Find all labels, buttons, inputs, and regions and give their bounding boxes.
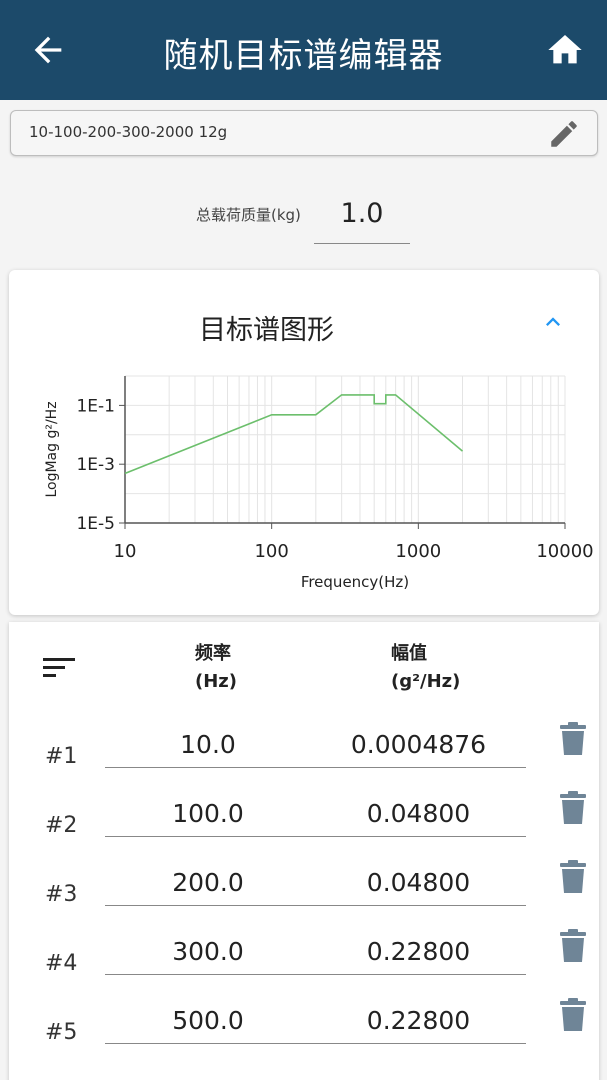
table-row: #4 300.0 0.22800: [9, 929, 599, 989]
freq-header-label: 频率: [195, 643, 231, 664]
x-axis-label: Frequency(Hz): [301, 573, 409, 591]
pencil-icon[interactable]: [547, 117, 581, 151]
amp-input[interactable]: 0.0004876: [311, 722, 526, 768]
x-tick-label: 10000: [536, 541, 593, 562]
y-axis-label: LogMag g²/Hz: [44, 401, 60, 497]
amp-column-header: 幅值 (g²/Hz): [391, 640, 460, 696]
sort-icon[interactable]: [41, 652, 77, 684]
row-index: #4: [45, 951, 78, 976]
y-tick-label: 1E-5: [76, 514, 115, 534]
freq-input[interactable]: 300.0: [105, 929, 311, 975]
table-row: #5 500.0 0.22800: [9, 998, 599, 1058]
table-row: #2 100.0 0.04800: [9, 791, 599, 851]
app-bar: 随机目标谱编辑器: [0, 0, 607, 100]
mass-label: 总载荷质量(kg): [196, 206, 301, 224]
home-icon[interactable]: [545, 30, 585, 70]
y-tick-label: 1E-1: [76, 396, 115, 416]
amp-input[interactable]: 0.22800: [311, 929, 526, 975]
chart-card: 目标谱图形 10 100 1000 10000 1E-1 1E-3 1E-5 Frequenc…: [9, 270, 599, 615]
freq-input[interactable]: 10.0: [105, 722, 311, 768]
table-row: #1 10.0 0.0004876: [9, 722, 599, 782]
amp-header-unit: (g²/Hz): [391, 671, 461, 692]
row-index: #2: [45, 813, 78, 838]
trash-icon[interactable]: [559, 929, 587, 963]
trash-icon[interactable]: [559, 860, 587, 894]
freq-input[interactable]: 100.0: [105, 791, 311, 837]
trash-icon[interactable]: [559, 998, 587, 1032]
x-tick-label: 10: [114, 541, 137, 562]
table-row: #3 200.0 0.04800: [9, 860, 599, 920]
amp-header-label: 幅值: [391, 643, 427, 664]
breakpoint-table: 频率 (Hz) 幅值 (g²/Hz) #1 10.0 0.0004876 #2 100.…: [9, 622, 599, 1080]
freq-header-unit: (Hz): [195, 671, 237, 692]
profile-name-field[interactable]: 10-100-200-300-2000 12g: [10, 110, 598, 156]
page-title: 随机目标谱编辑器: [163, 36, 444, 76]
trash-icon[interactable]: [559, 791, 587, 825]
freq-input[interactable]: 500.0: [105, 998, 311, 1044]
row-index: #5: [45, 1020, 78, 1045]
x-tick-label: 100: [254, 541, 288, 562]
profile-name-value: 10-100-200-300-2000 12g: [29, 123, 228, 141]
x-tick-label: 1000: [395, 541, 441, 562]
amp-input[interactable]: 0.04800: [311, 791, 526, 837]
y-tick-label: 1E-3: [76, 455, 115, 475]
amp-input[interactable]: 0.22800: [311, 998, 526, 1044]
trash-icon[interactable]: [559, 722, 587, 756]
freq-input[interactable]: 200.0: [105, 860, 311, 906]
psd-chart: 10 100 1000 10000 1E-1 1E-3 1E-5 Frequency(Hz) L…: [44, 375, 594, 591]
freq-column-header: 频率 (Hz): [195, 640, 237, 696]
row-index: #3: [45, 882, 78, 907]
row-index: #1: [45, 744, 78, 769]
mass-input[interactable]: 1.0: [314, 198, 410, 244]
amp-input[interactable]: 0.04800: [311, 860, 526, 906]
